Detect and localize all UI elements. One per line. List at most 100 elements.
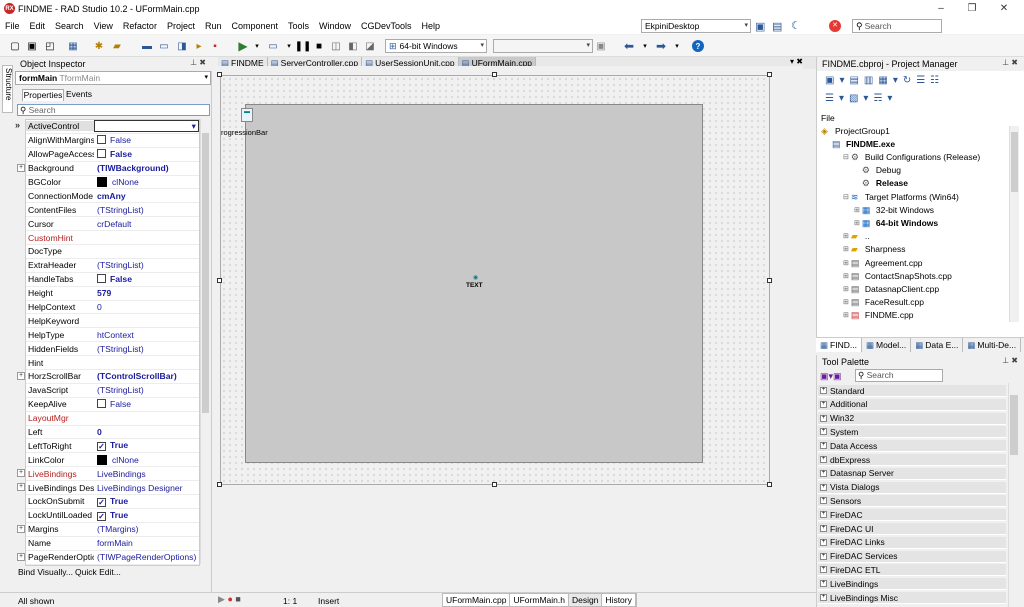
expand-icon[interactable]: + xyxy=(820,497,827,505)
theme-moon-icon[interactable]: ☾ xyxy=(791,19,801,32)
expand-icon[interactable]: ⊞ xyxy=(843,298,849,306)
expand-icon[interactable]: + xyxy=(820,511,827,519)
forward-dropdown-icon[interactable]: ▾ xyxy=(670,39,684,53)
expand-icon[interactable]: + xyxy=(820,525,827,532)
tree-item[interactable]: ⊞ ▦ 64-bit Windows xyxy=(854,216,938,229)
property-row[interactable]: KeepAlive False xyxy=(26,398,199,412)
palette-category[interactable]: + dbExpress xyxy=(818,454,1006,466)
expand-icon[interactable]: + xyxy=(820,456,827,463)
palette-category[interactable]: + FireDAC ETL xyxy=(818,564,1006,577)
set-debug-desktop-icon[interactable]: ▤ xyxy=(772,20,782,33)
stop-icon[interactable]: ■ xyxy=(312,39,326,53)
property-value[interactable]: LiveBindings Designer xyxy=(94,483,199,493)
error-insight-icon[interactable]: ✕ xyxy=(829,20,841,32)
remove-from-project-icon[interactable]: ▪ xyxy=(208,39,222,53)
property-value[interactable]: False xyxy=(94,399,199,409)
property-value[interactable]: ✓ True xyxy=(94,510,199,521)
expand-icon[interactable]: + xyxy=(17,483,25,492)
property-value[interactable]: (TIWPageRenderOptions) xyxy=(94,552,199,562)
pin-close-icon[interactable]: ⊥ ✖ xyxy=(1002,356,1018,365)
run-dropdown-icon[interactable]: ▾ xyxy=(250,39,264,53)
pm-tab[interactable]: ▦ Multi-De... xyxy=(963,338,1022,352)
expand-icon[interactable]: + xyxy=(820,442,827,450)
stop-macro-icon[interactable]: ■ xyxy=(235,594,240,604)
view-tab[interactable]: UFormMain.h xyxy=(510,594,569,606)
save-desktop-icon[interactable]: ▣ xyxy=(755,20,765,33)
palette-categories-icon[interactable]: ▣▾▣ xyxy=(820,371,842,382)
palette-scrollbar[interactable] xyxy=(1008,383,1019,607)
tree-item[interactable]: ⊞ ▦ 32-bit Windows xyxy=(854,203,934,216)
menu-help[interactable]: Help xyxy=(417,21,446,31)
property-row[interactable]: HelpType htContext xyxy=(26,328,199,343)
property-row[interactable]: LinkColor clNone xyxy=(26,453,199,468)
tree-item[interactable]: ⊞ ▤ ContactSnapShots.cpp xyxy=(843,269,952,282)
tree-item[interactable]: ⊞ ▰ Sharpness xyxy=(843,243,906,256)
property-row[interactable]: + HorzScrollBar (TControlScrollBar) xyxy=(17,370,199,384)
pin-close-icon[interactable]: ⊥ ✖ xyxy=(1002,58,1018,67)
tree-item[interactable]: ⊟ ⚙ Build Configurations (Release) xyxy=(843,150,980,163)
property-row[interactable]: HandleTabs False xyxy=(26,273,199,287)
resize-handle[interactable] xyxy=(492,482,497,487)
expand-icon[interactable]: + xyxy=(17,372,25,381)
config-manager-icon[interactable]: ▣ xyxy=(594,39,608,53)
property-value[interactable]: (TStringList) xyxy=(94,344,199,354)
property-row[interactable]: DocType xyxy=(26,245,199,259)
expand-icon[interactable]: ⊞ xyxy=(843,259,849,267)
expand-icon[interactable]: ⊟ xyxy=(843,153,849,161)
expand-icon[interactable]: + xyxy=(820,594,827,601)
pm-tab[interactable]: ▦ Model... xyxy=(862,338,912,352)
property-value[interactable]: (TMargins) xyxy=(94,524,199,534)
property-grid-scrollbar[interactable] xyxy=(200,119,210,564)
tree-item[interactable]: ⊞ ▰.. xyxy=(843,230,870,243)
tree-item[interactable]: ⊞ ▤ FaceResult.cpp xyxy=(843,296,924,309)
property-row[interactable]: LockOnSubmit ✓ True xyxy=(26,495,199,509)
tree-item[interactable]: ⊞ ▤ FINDME.cpp xyxy=(843,309,914,322)
property-value[interactable]: 0 xyxy=(94,427,199,437)
property-value[interactable]: (TStringList) xyxy=(94,260,199,270)
scrollbar-thumb[interactable] xyxy=(1011,132,1018,192)
editor-close-icon[interactable]: ▾ ✖ xyxy=(790,57,803,66)
property-row[interactable]: HiddenFields (TStringList) xyxy=(26,342,199,357)
record-macro-icon[interactable]: ● xyxy=(227,594,232,604)
checkbox[interactable] xyxy=(97,149,106,159)
scrollbar-thumb[interactable] xyxy=(202,133,209,413)
menu-search[interactable]: Search xyxy=(50,21,89,31)
expand-icon[interactable]: ⊞ xyxy=(843,311,849,319)
property-value[interactable]: formMain xyxy=(94,538,199,548)
back-dropdown-icon[interactable]: ▾ xyxy=(638,39,652,53)
property-value[interactable]: False xyxy=(94,274,199,284)
property-row[interactable]: AllowPageAccess False xyxy=(26,148,199,162)
tree-item[interactable]: ⊞⚙Release xyxy=(854,177,908,190)
property-row[interactable]: ConnectionMode cmAny xyxy=(26,189,199,204)
play-macro-icon[interactable]: ▶ xyxy=(218,594,225,604)
resize-handle[interactable] xyxy=(217,482,222,487)
menu-cgdevtools[interactable]: CGDevTools xyxy=(356,21,417,31)
menu-run[interactable]: Run xyxy=(200,21,227,31)
property-search-input[interactable]: ⚲ Search xyxy=(17,104,210,116)
tab-properties[interactable]: Properties xyxy=(22,89,64,101)
resize-handle[interactable] xyxy=(217,278,222,283)
pm-tab[interactable]: ▦ Data E... xyxy=(911,338,964,352)
run-without-debug-icon[interactable]: ▭ xyxy=(266,39,280,53)
palette-category[interactable]: + LiveBindings Misc xyxy=(818,592,1006,604)
tree-item[interactable]: ◈ ProjectGroup1 xyxy=(821,124,890,137)
resize-handle[interactable] xyxy=(217,72,222,77)
menu-window[interactable]: Window xyxy=(314,21,356,31)
palette-search-input[interactable]: ⚲ Search xyxy=(855,369,943,382)
menu-project[interactable]: Project xyxy=(162,21,200,31)
step-over-icon[interactable]: ◫ xyxy=(329,39,343,53)
run-to-cursor-icon[interactable]: ◪ xyxy=(363,39,377,53)
expand-icon[interactable]: + xyxy=(820,400,827,408)
open-file-icon[interactable]: ▣ xyxy=(25,39,39,53)
resize-handle[interactable] xyxy=(492,72,497,77)
property-row[interactable]: + PageRenderOptio (TIWPageRenderOptions) xyxy=(17,551,199,565)
quick-edit-link[interactable]: Quick Edit... xyxy=(75,567,121,577)
menu-edit[interactable]: Edit xyxy=(25,21,51,31)
checkbox[interactable] xyxy=(97,135,106,145)
palette-category[interactable]: + Standard xyxy=(818,385,1006,397)
menu-refactor[interactable]: Refactor xyxy=(118,21,162,31)
property-row[interactable]: HelpContext 0 xyxy=(26,301,199,315)
property-row[interactable]: BGColor clNone xyxy=(26,176,199,190)
expand-icon[interactable]: + xyxy=(820,483,827,491)
expand-icon[interactable]: ⊞ xyxy=(843,272,849,280)
